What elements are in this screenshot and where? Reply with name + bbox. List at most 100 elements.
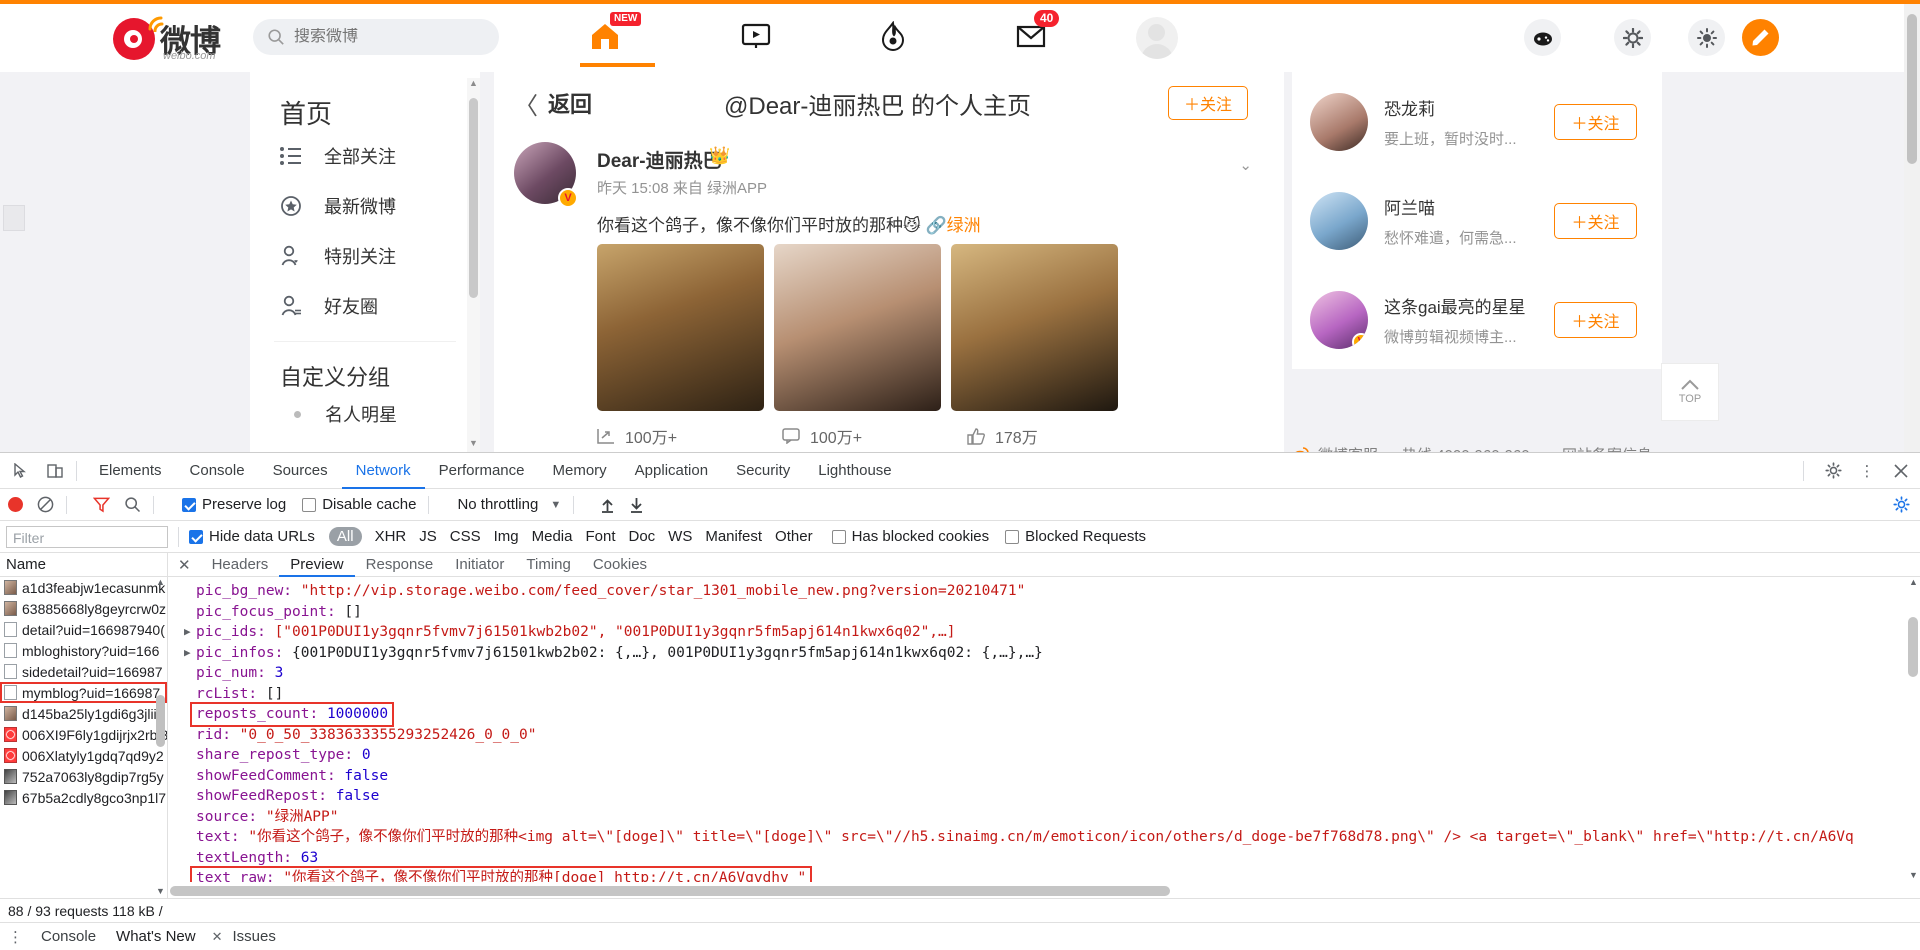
detail-tab-headers[interactable]: Headers: [201, 556, 280, 573]
json-hscroll-thumb[interactable]: [170, 886, 1170, 896]
tab-elements[interactable]: Elements: [85, 453, 176, 489]
drawer-tab-console[interactable]: Console: [31, 928, 106, 945]
table-row[interactable]: d145ba25ly1gdi6g3jliij: [0, 703, 167, 724]
json-line[interactable]: textLength: 63: [168, 848, 1906, 869]
sidebar-item-all-follows[interactable]: 全部关注: [250, 131, 480, 181]
detail-tab-timing[interactable]: Timing: [515, 556, 581, 573]
filter-type-other[interactable]: Other: [775, 528, 813, 545]
tab-security[interactable]: Security: [722, 453, 804, 489]
json-line[interactable]: text: "你看这个鸽子，像不像你们平时放的那种<img alt=\"[dog…: [168, 827, 1906, 848]
json-preview[interactable]: pic_bg_new: "http://vip.storage.weibo.co…: [168, 577, 1906, 882]
comment-stat[interactable]: 100万+: [782, 424, 967, 448]
scroll-up-arrow-icon[interactable]: ▲: [156, 577, 165, 587]
like-stat[interactable]: 178万: [967, 424, 1152, 448]
has-blocked-cookies-checkbox[interactable]: Has blocked cookies: [831, 528, 989, 545]
recommend-name[interactable]: 这条gai最亮的星星: [1384, 293, 1554, 318]
avatar[interactable]: [1310, 191, 1368, 250]
nav-home-button[interactable]: NEW: [574, 12, 642, 58]
sidebar-item-latest-weibo[interactable]: 最新微博: [250, 181, 480, 231]
post-author-name[interactable]: Dear-迪丽热巴: [597, 146, 722, 173]
tab-application[interactable]: Application: [621, 453, 722, 489]
throttling-select[interactable]: No throttling ▼: [457, 496, 561, 513]
device-toolbar-icon[interactable]: [42, 458, 68, 484]
json-line[interactable]: source: "绿洲APP": [168, 807, 1906, 828]
filter-input[interactable]: Filter: [6, 525, 168, 548]
filter-type-doc[interactable]: Doc: [628, 528, 655, 545]
close-detail-icon[interactable]: ✕: [178, 556, 191, 574]
recommend-name[interactable]: 阿兰喵: [1384, 194, 1554, 219]
page-scroll-thumb[interactable]: [1907, 14, 1917, 164]
detail-tab-response[interactable]: Response: [355, 556, 445, 573]
filter-type-xhr[interactable]: XHR: [375, 528, 407, 545]
search-box[interactable]: [253, 19, 499, 55]
table-row[interactable]: 006Xlatyly1gdq7qd9y2: [0, 745, 167, 766]
scroll-up-arrow-icon[interactable]: ▲: [469, 78, 478, 88]
drawer-tab-whats-new[interactable]: What's New: [106, 928, 206, 945]
json-scrollbar-horizontal[interactable]: [168, 884, 1906, 898]
request-list-scroll-thumb[interactable]: [156, 695, 165, 747]
filter-type-ws[interactable]: WS: [668, 528, 692, 545]
sidebar-item-friend-circle[interactable]: 好友圈: [250, 281, 480, 331]
filter-type-font[interactable]: Font: [585, 528, 615, 545]
json-scrollbar-vertical[interactable]: ▲ ▼: [1906, 577, 1920, 882]
drawer-tab-issues[interactable]: Issues: [223, 928, 286, 945]
post-image[interactable]: [951, 244, 1118, 411]
json-line[interactable]: pic_focus_point: []: [168, 602, 1906, 623]
post-image[interactable]: [597, 244, 764, 411]
filter-type-css[interactable]: CSS: [450, 528, 481, 545]
filter-type-all[interactable]: All: [328, 527, 362, 546]
chevron-down-icon[interactable]: ⌄: [1239, 156, 1252, 174]
game-button[interactable]: [1524, 19, 1561, 56]
json-line[interactable]: pic_num: 3: [168, 663, 1906, 684]
tab-network[interactable]: Network: [342, 453, 425, 489]
devtools-close-icon[interactable]: [1888, 458, 1914, 484]
sidebar-group-item-celebrities[interactable]: 名人明星: [250, 392, 480, 436]
settings-button[interactable]: [1614, 19, 1651, 56]
theme-button[interactable]: [1688, 19, 1725, 56]
request-list-scrollbar[interactable]: ▲ ▼: [154, 577, 167, 898]
detail-tab-preview[interactable]: Preview: [279, 553, 354, 577]
footer-service-label[interactable]: 微博客服: [1318, 444, 1378, 452]
back-to-top-button[interactable]: TOP: [1661, 363, 1719, 421]
table-row-selected[interactable]: mymblog?uid=166987: [0, 682, 167, 703]
back-button[interactable]: 〈 返回: [514, 86, 592, 121]
footer-icp-link[interactable]: 网站备案信息 ⌄: [1562, 444, 1669, 452]
network-settings-icon[interactable]: [1893, 496, 1910, 513]
devtools-settings-icon[interactable]: [1820, 458, 1846, 484]
json-line[interactable]: ▶ pic_ids: ["001P0DUI1y3gqnr5fvmv7j61501k…: [168, 622, 1906, 643]
nav-hot-button[interactable]: [862, 14, 924, 58]
nav-video-button[interactable]: [725, 14, 787, 58]
export-har-button[interactable]: [629, 497, 644, 513]
blocked-requests-checkbox[interactable]: Blocked Requests: [1005, 528, 1146, 545]
sidebar-item-special-follows[interactable]: 特别关注: [250, 231, 480, 281]
detail-tab-cookies[interactable]: Cookies: [582, 556, 658, 573]
tab-lighthouse[interactable]: Lighthouse: [804, 453, 905, 489]
table-row[interactable]: sidedetail?uid=166987: [0, 661, 167, 682]
compose-button[interactable]: [1742, 19, 1779, 56]
preserve-log-checkbox[interactable]: Preserve log: [182, 496, 286, 513]
table-row[interactable]: 67b5a2cdly8gco3np1l7: [0, 787, 167, 808]
post-image[interactable]: [774, 244, 941, 411]
json-line[interactable]: text_raw: "你看这个鸽子，像不像你们平时放的那种[doge] http…: [168, 866, 1906, 882]
table-row[interactable]: detail?uid=166987940(: [0, 619, 167, 640]
avatar[interactable]: V: [1310, 290, 1368, 349]
scroll-down-arrow-icon[interactable]: ▼: [469, 438, 478, 448]
close-icon[interactable]: ✕: [212, 929, 223, 945]
sidebar-scrollbar[interactable]: ▲ ▼: [467, 78, 480, 452]
repost-stat[interactable]: 100万+: [597, 424, 782, 448]
inspect-element-icon[interactable]: [8, 458, 34, 484]
weibo-logo[interactable]: 微博 weibo.com: [113, 12, 253, 62]
filter-type-img[interactable]: Img: [494, 528, 519, 545]
json-line[interactable]: showFeedComment: false: [168, 766, 1906, 787]
record-button[interactable]: [8, 497, 23, 512]
expand-triangle-icon[interactable]: ▶: [184, 622, 191, 643]
scroll-up-arrow-icon[interactable]: ▲: [1909, 577, 1918, 587]
json-line[interactable]: pic_bg_new: "http://vip.storage.weibo.co…: [168, 581, 1906, 602]
scroll-down-arrow-icon[interactable]: ▼: [1909, 870, 1918, 880]
filter-type-manifest[interactable]: Manifest: [705, 528, 762, 545]
drawer-more-icon[interactable]: ⋮: [8, 928, 23, 946]
detail-tab-initiator[interactable]: Initiator: [444, 556, 515, 573]
tab-memory[interactable]: Memory: [539, 453, 621, 489]
nav-message-button[interactable]: 40: [1000, 10, 1062, 58]
filter-toggle-button[interactable]: [93, 496, 110, 513]
